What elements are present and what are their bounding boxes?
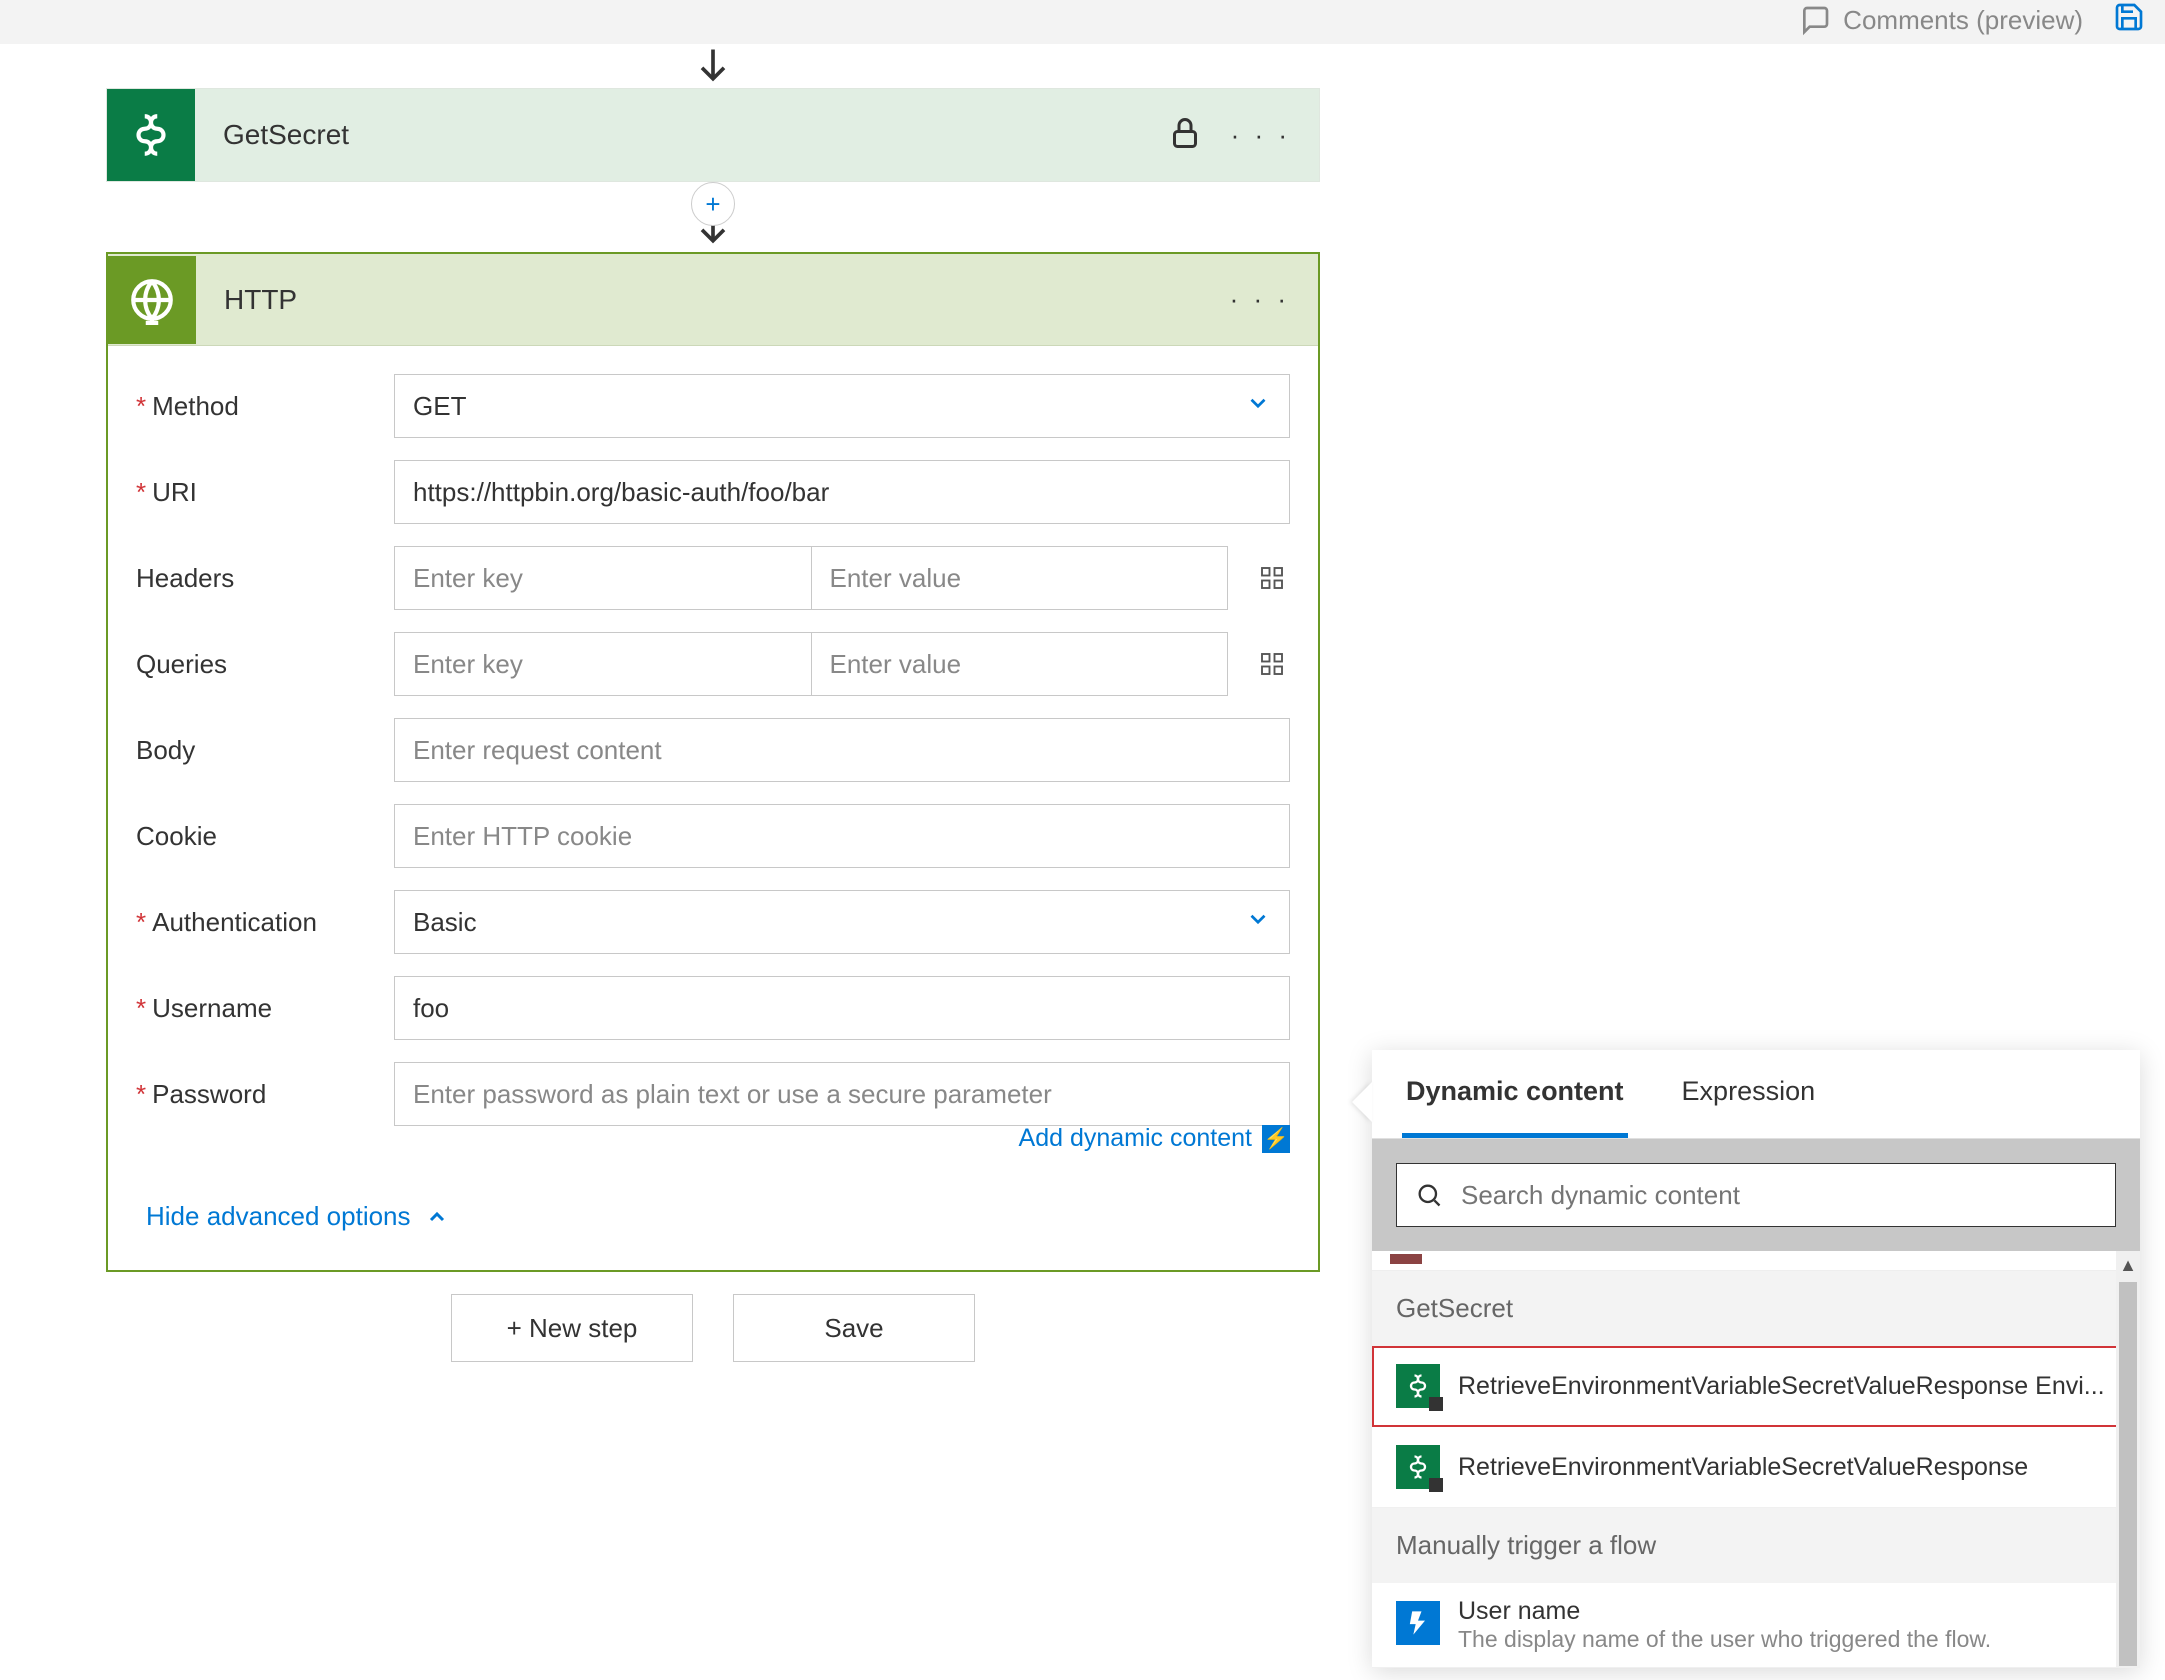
- http-body: *Method GET *URI Headers: [108, 346, 1318, 1270]
- dataverse-icon: [1396, 1445, 1440, 1489]
- new-step-button[interactable]: + New step: [451, 1294, 693, 1362]
- username-input[interactable]: [394, 976, 1290, 1040]
- cookie-label: Cookie: [136, 821, 217, 852]
- dynamic-item-username[interactable]: User name The display name of the user w…: [1372, 1583, 2140, 1668]
- uri-label: URI: [152, 477, 197, 508]
- body-input[interactable]: [394, 718, 1290, 782]
- method-label: Method: [152, 391, 239, 422]
- body-label: Body: [136, 735, 195, 766]
- chevron-down-icon: [1245, 390, 1271, 423]
- dynamic-item-label: RetrieveEnvironmentVariableSecretValueRe…: [1458, 1453, 2116, 1482]
- top-toolbar: Comments (preview): [1799, 0, 2145, 40]
- getsecret-title: GetSecret: [195, 119, 1167, 151]
- tab-dynamic-content[interactable]: Dynamic content: [1402, 1050, 1628, 1138]
- dynamic-search-input[interactable]: [1461, 1164, 2097, 1226]
- queries-label: Queries: [136, 649, 227, 680]
- dynamic-tabs: Dynamic content Expression: [1372, 1050, 2140, 1139]
- password-input[interactable]: [394, 1062, 1290, 1126]
- uri-row: *URI: [136, 460, 1290, 524]
- http-title: HTTP: [196, 284, 1230, 316]
- queries-mode-button[interactable]: [1254, 646, 1290, 682]
- http-header[interactable]: HTTP · · ·: [108, 254, 1318, 346]
- dynamic-search[interactable]: [1396, 1163, 2116, 1227]
- scrollbar-thumb[interactable]: [2119, 1282, 2137, 1666]
- dynamic-content-panel: Dynamic content Expression GetSecret Ret…: [1372, 1050, 2140, 1668]
- cookie-row: Cookie: [136, 804, 1290, 868]
- save-icon: [2113, 1, 2145, 33]
- method-value: GET: [413, 391, 466, 422]
- password-row: *Password: [136, 1062, 1290, 1126]
- dynamic-scrollbar[interactable]: ▲: [2116, 1251, 2140, 1668]
- uri-input[interactable]: [394, 460, 1290, 524]
- panel-pointer: [1352, 1082, 1372, 1122]
- password-label: Password: [152, 1079, 266, 1110]
- toolbar-save-button[interactable]: [2113, 1, 2145, 40]
- globe-icon: [108, 256, 196, 344]
- group-manual-header: Manually trigger a flow: [1372, 1508, 2140, 1583]
- queries-row: Queries: [136, 632, 1290, 696]
- getsecret-card[interactable]: GetSecret · · ·: [106, 88, 1320, 182]
- dynamic-item-secret-envi[interactable]: RetrieveEnvironmentVariableSecretValueRe…: [1372, 1346, 2140, 1427]
- method-select[interactable]: GET: [394, 374, 1290, 438]
- headers-mode-button[interactable]: [1254, 560, 1290, 596]
- username-label: Username: [152, 993, 272, 1024]
- comments-label: Comments (preview): [1843, 5, 2083, 36]
- group-getsecret-header: GetSecret: [1372, 1271, 2140, 1346]
- getsecret-menu-button[interactable]: · · ·: [1231, 120, 1291, 151]
- flow-canvas: GetSecret · · · + HTTP: [0, 44, 2165, 1680]
- lock-icon: [1167, 115, 1203, 156]
- add-dynamic-label: Add dynamic content: [1019, 1124, 1252, 1153]
- action-buttons: + New step Save: [106, 1294, 1320, 1362]
- auth-select[interactable]: Basic: [394, 890, 1290, 954]
- dynamic-search-wrap: [1372, 1139, 2140, 1251]
- headers-label: Headers: [136, 563, 234, 594]
- http-card: HTTP · · · *Method GET *URI: [106, 252, 1320, 1272]
- dataverse-icon: [107, 89, 195, 181]
- http-menu-button[interactable]: · · ·: [1230, 284, 1290, 315]
- getsecret-header: GetSecret · · ·: [107, 89, 1319, 181]
- chevron-down-icon: [1245, 906, 1271, 939]
- dataverse-icon: [1396, 1364, 1440, 1408]
- auth-row: *Authentication Basic: [136, 890, 1290, 954]
- add-dynamic-content-link[interactable]: Add dynamic content ⚡: [136, 1124, 1290, 1153]
- queries-value-input[interactable]: [811, 632, 1229, 696]
- save-button[interactable]: Save: [733, 1294, 975, 1362]
- tab-expression[interactable]: Expression: [1678, 1050, 1820, 1138]
- dynamic-item-secret[interactable]: RetrieveEnvironmentVariableSecretValueRe…: [1372, 1427, 2140, 1508]
- insert-step-button[interactable]: +: [691, 182, 735, 226]
- flow-column: GetSecret · · · + HTTP: [106, 44, 1320, 1272]
- hide-advanced-link[interactable]: Hide advanced options: [136, 1183, 1290, 1242]
- dynamic-item-desc: The display name of the user who trigger…: [1458, 1626, 2116, 1653]
- headers-row: Headers: [136, 546, 1290, 610]
- previous-group-edge: [1372, 1251, 2140, 1271]
- insert-step-connector: +: [106, 182, 1320, 252]
- comment-icon: [1799, 4, 1831, 36]
- username-row: *Username: [136, 976, 1290, 1040]
- headers-value-input[interactable]: [811, 546, 1229, 610]
- scroll-up-icon[interactable]: ▲: [2119, 1251, 2137, 1280]
- search-icon: [1415, 1181, 1443, 1209]
- dynamic-item-title: User name: [1458, 1597, 2116, 1626]
- dynamic-content-list: GetSecret RetrieveEnvironmentVariableSec…: [1372, 1251, 2140, 1668]
- connector-arrow: [106, 44, 1320, 88]
- cookie-input[interactable]: [394, 804, 1290, 868]
- headers-key-input[interactable]: [394, 546, 811, 610]
- auth-value: Basic: [413, 907, 477, 938]
- dynamic-content-icon: ⚡: [1262, 1125, 1290, 1153]
- body-row: Body: [136, 718, 1290, 782]
- method-row: *Method GET: [136, 374, 1290, 438]
- queries-key-input[interactable]: [394, 632, 811, 696]
- chevron-up-icon: [425, 1205, 449, 1229]
- auth-label: Authentication: [152, 907, 317, 938]
- dynamic-item-label: RetrieveEnvironmentVariableSecretValueRe…: [1458, 1372, 2116, 1401]
- flow-trigger-icon: [1396, 1601, 1440, 1645]
- hide-advanced-label: Hide advanced options: [146, 1201, 411, 1232]
- comments-button[interactable]: Comments (preview): [1799, 4, 2083, 36]
